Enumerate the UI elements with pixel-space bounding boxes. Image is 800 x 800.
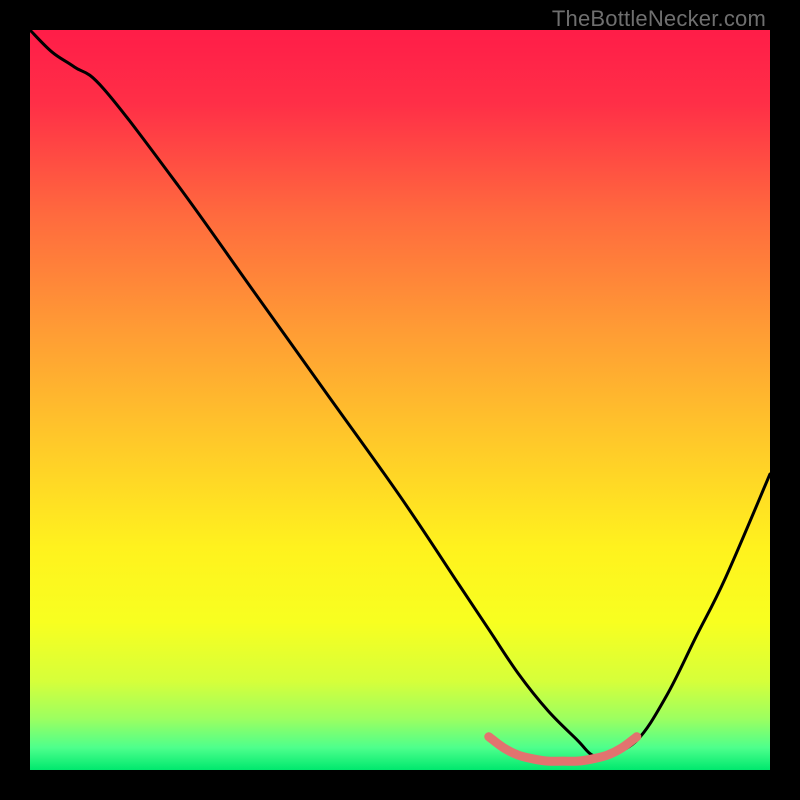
bottleneck-curve-path	[30, 30, 770, 757]
chart-plot	[30, 30, 770, 770]
chart-frame	[30, 30, 770, 770]
watermark-text: TheBottleNecker.com	[552, 6, 766, 32]
sweet-spot-path	[489, 737, 637, 762]
